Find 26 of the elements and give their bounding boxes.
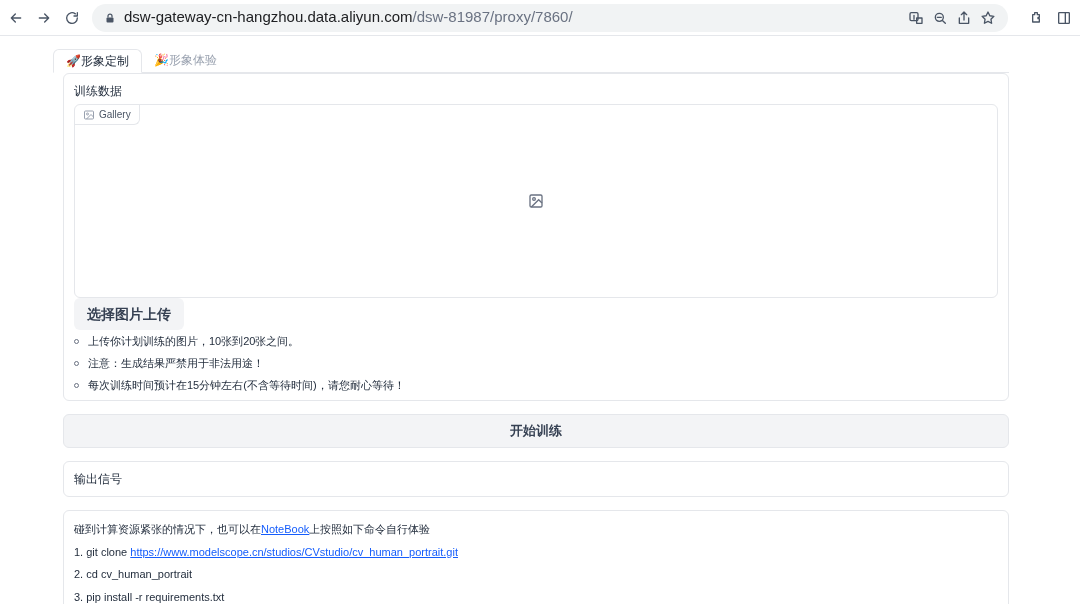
start-training-button[interactable]: 开始训练 <box>63 414 1009 448</box>
instruction-text: 碰到计算资源紧张的情况下，也可以在NoteBook上按照如下命令自行体验 <box>74 522 432 537</box>
url-text: dsw-gateway-cn-hangzhou.data.aliyun.com/dsw-81987/proxy/7860/ <box>124 7 573 28</box>
image-icon <box>528 193 544 209</box>
share-icon[interactable] <box>956 9 972 26</box>
upload-button[interactable]: 选择图片上传 <box>74 298 184 330</box>
address-bar[interactable]: dsw-gateway-cn-hangzhou.data.aliyun.com/dsw-81987/proxy/7860/ <box>92 3 1008 32</box>
lock-icon <box>104 11 116 24</box>
command-step: 2. cd cv_human_portrait <box>74 566 998 583</box>
star-icon[interactable] <box>980 9 996 26</box>
sidebar-icon[interactable] <box>1056 9 1072 26</box>
gallery-label: Gallery <box>75 105 140 125</box>
command-step: 1. git clone https://www.modelscope.cn/studios/CVstudio/cv_human_portrait.git <box>74 543 998 560</box>
image-icon <box>83 108 95 121</box>
repository-link[interactable]: https://www.modelscope.cn/studios/CVstudio/cv_human_portrait.git <box>130 545 458 558</box>
note-text: 注意：生成结果严禁用于非法用途！ <box>88 355 264 371</box>
gallery-dropzone[interactable]: Gallery <box>74 104 998 298</box>
command-step: 3. pip install -r requirements.txt <box>74 588 998 604</box>
note-text: 每次训练时间预计在15分钟左右(不含等待时间)，请您耐心等待！ <box>88 377 405 393</box>
translate-icon[interactable] <box>908 9 924 26</box>
section-label: 训练数据 <box>74 83 123 100</box>
notebook-link[interactable]: NoteBook <box>261 523 310 535</box>
tab[interactable]: 🚀形象定制 <box>53 49 142 73</box>
reload-icon[interactable] <box>64 9 80 26</box>
note-text: 上传你计划训练的图片，10张到20张之间。 <box>88 333 300 349</box>
output-label: 输出信号 <box>74 471 122 488</box>
